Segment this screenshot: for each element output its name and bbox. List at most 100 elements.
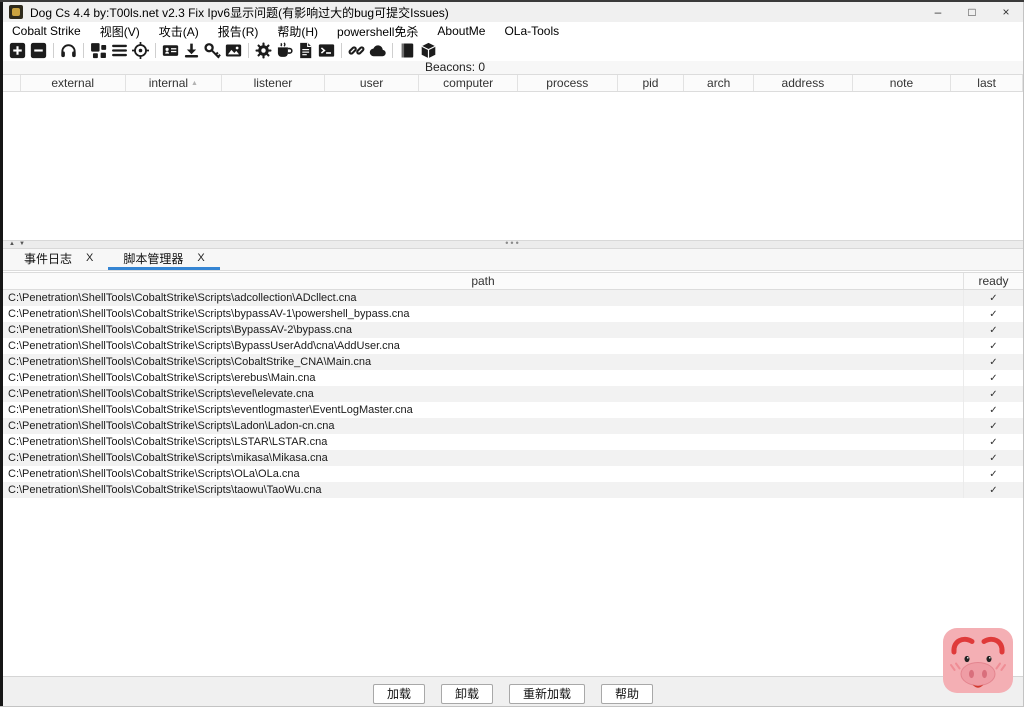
close-button[interactable]: ×: [989, 2, 1023, 22]
help-button[interactable]: 帮助: [601, 684, 654, 704]
app-icon: [9, 5, 23, 19]
script-row[interactable]: C:\Penetration\ShellTools\CobaltStrike\S…: [3, 306, 1023, 322]
gear-button[interactable]: [253, 41, 274, 60]
menu-cobalt-strike[interactable]: Cobalt Strike: [9, 24, 84, 38]
pivot-graph-icon: [90, 42, 107, 59]
ready-cell: ✓: [963, 370, 1023, 386]
window-controls: – □ ×: [921, 2, 1023, 22]
ready-cell: ✓: [963, 466, 1023, 482]
menu-view[interactable]: 视图(V): [97, 23, 143, 40]
splitter-grip-icon[interactable]: •••: [3, 239, 1023, 248]
menu-report[interactable]: 报告(R): [215, 23, 262, 40]
check-icon: ✓: [989, 356, 998, 368]
script-row[interactable]: C:\Penetration\ShellTools\CobaltStrike\S…: [3, 434, 1023, 450]
beacon-col-pid[interactable]: pid: [618, 75, 685, 91]
beacon-col-process[interactable]: process: [518, 75, 618, 91]
unload-button[interactable]: 卸载: [440, 684, 493, 704]
menu-aboutme[interactable]: AboutMe: [434, 24, 488, 38]
beacon-col-icon[interactable]: [3, 75, 21, 91]
script-row[interactable]: C:\Penetration\ShellTools\CobaltStrike\S…: [3, 354, 1023, 370]
script-row[interactable]: C:\Penetration\ShellTools\CobaltStrike\S…: [3, 386, 1023, 402]
beacon-col-external[interactable]: external: [21, 75, 126, 91]
script-col-path[interactable]: path: [3, 273, 963, 289]
toolbar-separator: [248, 43, 249, 58]
ready-cell: ✓: [963, 306, 1023, 322]
new-connection-button[interactable]: [7, 41, 28, 60]
keystrokes-button[interactable]: [202, 41, 223, 60]
sort-asc-icon: ▲: [191, 79, 198, 87]
java-attack-button[interactable]: [274, 41, 295, 60]
pivot-graph-button[interactable]: [88, 41, 109, 60]
listeners-icon: [60, 42, 77, 59]
downloads-button[interactable]: [181, 41, 202, 60]
script-path: C:\Penetration\ShellTools\CobaltStrike\S…: [8, 340, 400, 352]
script-row[interactable]: C:\Penetration\ShellTools\CobaltStrike\S…: [3, 402, 1023, 418]
footer-bar: 加载 卸载 重新加载 帮助: [3, 676, 1023, 706]
script-path: C:\Penetration\ShellTools\CobaltStrike\S…: [8, 404, 413, 416]
cloud-button[interactable]: [367, 41, 388, 60]
screenshots-icon: [225, 42, 242, 59]
disconnect-button[interactable]: [28, 41, 49, 60]
menu-powershell-bypass[interactable]: powershell免杀: [334, 23, 421, 40]
window-border-top: [0, 0, 1024, 2]
beacon-col-computer[interactable]: computer: [419, 75, 518, 91]
beacon-col-user[interactable]: user: [325, 75, 420, 91]
panel-splitter[interactable]: ▲▼ •••: [3, 239, 1023, 249]
ready-cell: ✓: [963, 402, 1023, 418]
maximize-button[interactable]: □: [955, 2, 989, 22]
window-border-left: [0, 0, 3, 707]
script-row[interactable]: C:\Penetration\ShellTools\CobaltStrike\S…: [3, 418, 1023, 434]
script-col-ready[interactable]: ready: [963, 273, 1023, 289]
minimize-button[interactable]: –: [921, 2, 955, 22]
beacon-col-label: address: [781, 76, 825, 90]
ready-cell: ✓: [963, 482, 1023, 498]
script-row[interactable]: C:\Penetration\ShellTools\CobaltStrike\S…: [3, 482, 1023, 498]
listeners-button[interactable]: [58, 41, 79, 60]
script-row[interactable]: C:\Penetration\ShellTools\CobaltStrike\S…: [3, 370, 1023, 386]
beacon-col-label: listener: [253, 76, 293, 90]
support-button[interactable]: [418, 41, 439, 60]
script-row[interactable]: C:\Penetration\ShellTools\CobaltStrike\S…: [3, 338, 1023, 354]
check-icon: ✓: [989, 468, 998, 480]
sessions-table-button[interactable]: [109, 41, 130, 60]
tab-event-log[interactable]: 事件日志 X: [9, 249, 108, 270]
beacon-col-note[interactable]: note: [853, 75, 952, 91]
script-row[interactable]: C:\Penetration\ShellTools\CobaltStrike\S…: [3, 290, 1023, 306]
manual-icon: [399, 42, 416, 59]
scripted-web-delivery-button[interactable]: [295, 41, 316, 60]
screenshots-button[interactable]: [223, 41, 244, 60]
disconnect-icon: [30, 42, 47, 59]
tab-script-manager[interactable]: 脚本管理器 X: [108, 249, 220, 270]
script-row[interactable]: C:\Penetration\ShellTools\CobaltStrike\S…: [3, 322, 1023, 338]
reload-button[interactable]: 重新加载: [509, 684, 586, 704]
tab-event-log-close[interactable]: X: [86, 252, 93, 264]
title-bar[interactable]: Dog Cs 4.4 by:T00ls.net v2.3 Fix Ipv6显示问…: [3, 2, 1023, 22]
link-button[interactable]: [346, 41, 367, 60]
check-icon: ✓: [989, 388, 998, 400]
tab-script-manager-close[interactable]: X: [197, 252, 204, 264]
beacon-col-last[interactable]: last: [951, 75, 1023, 91]
menu-help[interactable]: 帮助(H): [274, 23, 321, 40]
beacon-col-internal[interactable]: internal ▲: [126, 75, 223, 91]
ready-cell: ✓: [963, 386, 1023, 402]
check-icon: ✓: [989, 324, 998, 336]
check-icon: ✓: [989, 420, 998, 432]
targets-button[interactable]: [130, 41, 151, 60]
load-button[interactable]: 加载: [372, 684, 425, 704]
check-icon: ✓: [989, 372, 998, 384]
web-log-button[interactable]: [316, 41, 337, 60]
menu-ola-tools[interactable]: OLa-Tools: [501, 24, 562, 38]
menu-attack[interactable]: 攻击(A): [156, 23, 202, 40]
beacon-col-address[interactable]: address: [754, 75, 853, 91]
script-table-body: C:\Penetration\ShellTools\CobaltStrike\S…: [3, 290, 1023, 676]
manual-button[interactable]: [397, 41, 418, 60]
toolbar-separator: [155, 43, 156, 58]
beacon-col-listener[interactable]: listener: [222, 75, 325, 91]
beacon-col-arch[interactable]: arch: [684, 75, 755, 91]
check-icon: ✓: [989, 292, 998, 304]
credentials-button[interactable]: [160, 41, 181, 60]
check-icon: ✓: [989, 404, 998, 416]
ready-cell: ✓: [963, 450, 1023, 466]
script-row[interactable]: C:\Penetration\ShellTools\CobaltStrike\S…: [3, 466, 1023, 482]
script-row[interactable]: C:\Penetration\ShellTools\CobaltStrike\S…: [3, 450, 1023, 466]
